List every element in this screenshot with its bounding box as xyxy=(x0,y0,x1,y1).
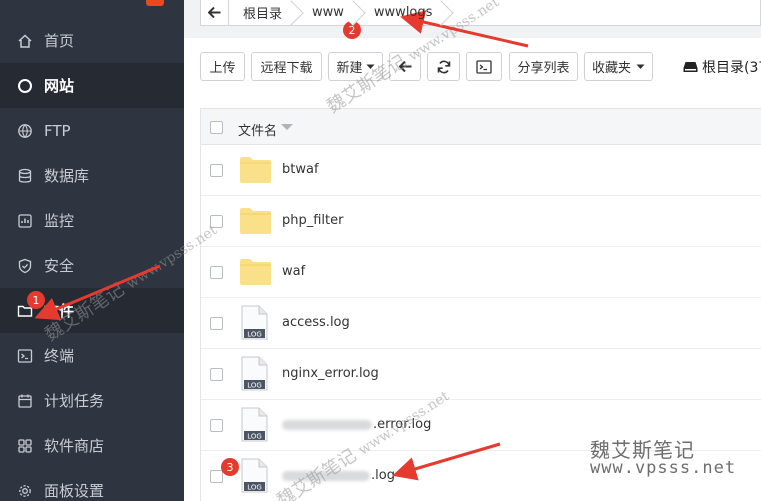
sidebar-item-security[interactable]: 安全 xyxy=(0,243,184,288)
annotation-badge-1: 1 xyxy=(27,291,45,309)
home-icon xyxy=(16,32,34,50)
calendar-icon xyxy=(16,392,34,410)
annotation-badge-3: 3 xyxy=(221,458,239,476)
sidebar-item-label: 计划任务 xyxy=(44,392,105,410)
database-icon xyxy=(16,167,34,185)
breadcrumb-item-wwwlogs[interactable]: wwwlogs xyxy=(356,0,445,26)
notification-badge[interactable] xyxy=(146,0,164,6)
sidebar-item-label: 软件商店 xyxy=(44,437,105,455)
breadcrumb: 根目录 www wwwlogs xyxy=(200,0,761,26)
monitor-icon xyxy=(16,212,34,230)
folder-icon xyxy=(240,157,271,183)
sidebar-item-label: 监控 xyxy=(44,212,75,230)
file-name[interactable]: nginx_error.log xyxy=(282,366,379,381)
table-row[interactable]: btwaf xyxy=(201,145,761,196)
new-dropdown-button[interactable]: 新建 xyxy=(328,52,383,81)
sidebar-item-database[interactable]: 数据库 xyxy=(0,153,184,198)
sidebar-item-cron[interactable]: 计划任务 xyxy=(0,378,184,423)
terminal-button[interactable] xyxy=(466,52,502,81)
go-back-button[interactable] xyxy=(389,52,421,81)
row-checkbox[interactable] xyxy=(210,470,223,483)
file-name[interactable]: btwaf xyxy=(282,162,319,177)
caret-down-icon xyxy=(636,64,645,69)
sidebar-item-website[interactable]: 网站 xyxy=(0,63,184,108)
svg-text:LOG: LOG xyxy=(247,483,262,491)
sidebar-item-terminal[interactable]: 终端 xyxy=(0,333,184,378)
watermark-url: www.vpsss.net xyxy=(590,458,737,478)
select-all-checkbox[interactable] xyxy=(210,121,223,134)
table-row[interactable]: LOG access.log xyxy=(201,298,761,349)
grid-icon xyxy=(16,437,34,455)
favorites-dropdown-button[interactable]: 收藏夹 xyxy=(584,52,653,81)
remote-download-button[interactable]: 远程下载 xyxy=(251,52,322,81)
sidebar-item-monitor[interactable]: 监控 xyxy=(0,198,184,243)
sidebar-item-settings[interactable]: 面板设置 xyxy=(0,468,184,501)
table-header: 文件名 xyxy=(201,109,761,145)
file-name[interactable]: .log xyxy=(282,468,395,483)
svg-text:LOG: LOG xyxy=(247,432,262,440)
log-file-icon: LOG xyxy=(241,458,268,493)
log-file-icon: LOG xyxy=(241,356,268,391)
caret-down-icon xyxy=(366,64,374,69)
log-file-icon: LOG xyxy=(241,407,268,442)
svg-text:LOG: LOG xyxy=(247,330,262,338)
row-checkbox[interactable] xyxy=(210,266,223,279)
circle-icon xyxy=(16,77,34,95)
file-name[interactable]: php_filter xyxy=(282,213,343,228)
arrow-left-icon xyxy=(398,61,411,72)
disk-usage[interactable]: 根目录(37 xyxy=(683,52,761,81)
sidebar-item-label: 终端 xyxy=(44,347,75,365)
row-checkbox[interactable] xyxy=(210,215,223,228)
sidebar-item-store[interactable]: 软件商店 xyxy=(0,423,184,468)
sidebar-item-label: 网站 xyxy=(44,77,75,95)
row-checkbox[interactable] xyxy=(210,164,223,177)
sort-caret-icon[interactable] xyxy=(281,124,293,130)
arrow-left-icon xyxy=(208,7,221,18)
share-list-button[interactable]: 分享列表 xyxy=(509,52,578,81)
gear-icon xyxy=(16,482,34,500)
sidebar-item-label: 文件 xyxy=(44,302,75,320)
sidebar-header xyxy=(0,0,184,18)
folder-icon xyxy=(240,208,271,234)
svg-text:LOG: LOG xyxy=(247,381,262,389)
file-name[interactable]: access.log xyxy=(282,315,350,330)
globe-icon xyxy=(16,122,34,140)
breadcrumb-item-root[interactable]: 根目录 xyxy=(229,0,294,26)
back-button[interactable] xyxy=(201,0,229,26)
sidebar-item-label: 安全 xyxy=(44,257,75,275)
sidebar-item-ftp[interactable]: FTP xyxy=(0,108,184,153)
sidebar-item-label: FTP xyxy=(44,121,71,140)
folder-icon xyxy=(240,259,271,285)
shield-icon xyxy=(16,257,34,275)
row-checkbox[interactable] xyxy=(210,419,223,432)
column-header-filename[interactable]: 文件名 xyxy=(238,120,277,139)
table-row[interactable]: waf xyxy=(201,247,761,298)
terminal-icon xyxy=(476,59,492,74)
sidebar-item-home[interactable]: 首页 xyxy=(0,18,184,63)
refresh-button[interactable] xyxy=(427,52,460,81)
sidebar-item-label: 面板设置 xyxy=(44,482,105,500)
redacted-text xyxy=(282,470,370,481)
redacted-text xyxy=(282,419,372,430)
refresh-icon xyxy=(437,60,450,73)
hard-drive-icon xyxy=(683,61,698,72)
file-name[interactable]: waf xyxy=(282,264,305,279)
row-checkbox[interactable] xyxy=(210,368,223,381)
table-row[interactable]: LOG nginx_error.log xyxy=(201,349,761,400)
sidebar-item-label: 首页 xyxy=(44,32,75,50)
table-row[interactable]: php_filter xyxy=(201,196,761,247)
terminal-icon xyxy=(16,347,34,365)
sidebar-item-label: 数据库 xyxy=(44,167,90,185)
row-checkbox[interactable] xyxy=(210,317,223,330)
file-name[interactable]: .error.log xyxy=(282,417,431,432)
upload-button[interactable]: 上传 xyxy=(200,52,245,81)
sidebar: 首页 网站 FTP 数据库 监控 安全 文件 终端 计划任务 软件商店 面板设置 xyxy=(0,0,184,501)
log-file-icon: LOG xyxy=(241,305,268,340)
